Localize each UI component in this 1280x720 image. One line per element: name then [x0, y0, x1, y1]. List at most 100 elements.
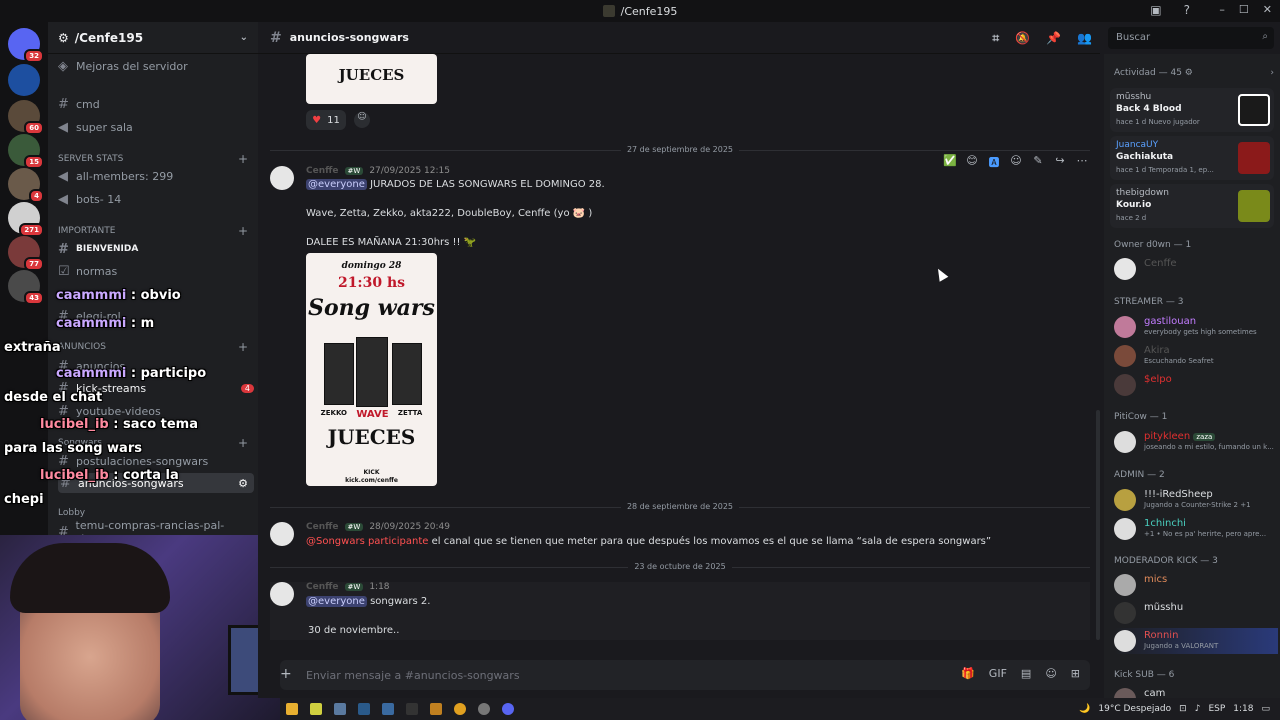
member-item[interactable]: gastilouan everybody gets high sometimes: [1114, 314, 1274, 340]
member-item[interactable]: Cenffe: [1114, 256, 1274, 282]
reaction-heart[interactable]: ♥ 11: [306, 110, 346, 130]
edit-icon[interactable]: ✎: [1030, 154, 1046, 170]
app-icon[interactable]: [478, 703, 490, 715]
member-item[interactable]: 1chinchi +1 • No es pa' herirte, pero apr…: [1114, 516, 1274, 542]
add-reaction-icon[interactable]: ☺: [1008, 154, 1024, 170]
overlay-line: chepi: [4, 492, 44, 507]
weather-icon[interactable]: 🌙: [1079, 704, 1090, 714]
member-list: Actividad — 45 ⚙ › mũsshu Back 4 Blood ha…: [1104, 54, 1280, 698]
server-icon[interactable]: 15: [8, 134, 44, 169]
poster-image-top[interactable]: JUECES: [306, 54, 437, 104]
avatar[interactable]: [270, 166, 294, 190]
server-icon[interactable]: 271: [8, 202, 44, 237]
webcam-overlay: [0, 535, 280, 720]
songwars-poster[interactable]: domingo 28 21:30 hs Song wars ZEKKO WAVE Z…: [306, 253, 437, 486]
mute-icon[interactable]: 🔕: [1015, 31, 1030, 46]
message-text: @everyone JURADOS DE LAS SONGWARS EL DOM…: [306, 179, 605, 190]
server-icon[interactable]: 4: [8, 168, 44, 203]
pin-icon[interactable]: 📌: [1046, 31, 1061, 46]
app-icon[interactable]: [430, 703, 442, 715]
volume-icon[interactable]: ♪: [1195, 704, 1201, 714]
message-input[interactable]: + Enviar mensaje a #anuncios-songwars 🎁 …: [280, 660, 1090, 690]
forward-icon[interactable]: ↪: [1052, 154, 1068, 170]
message-text: 30 de noviembre..: [308, 625, 400, 636]
check-icon[interactable]: ✅: [942, 154, 958, 170]
add-reaction-button[interactable]: ☺: [354, 112, 370, 128]
apps-icon[interactable]: ⊞: [1071, 667, 1080, 680]
member-item[interactable]: mũsshu: [1114, 600, 1274, 626]
app-icon[interactable]: [382, 703, 394, 715]
app-icon[interactable]: [310, 703, 322, 715]
category-importante[interactable]: IMPORTANTE +: [58, 224, 248, 238]
activity-card[interactable]: mũsshu Back 4 Blood hace 1 d Nuevo jugad…: [1110, 88, 1274, 132]
activity-card[interactable]: JuancaUY Gachiakuta hace 1 d Temporada 1…: [1110, 136, 1274, 180]
server-icon[interactable]: 77: [8, 236, 44, 271]
help-icon[interactable]: ?: [1184, 3, 1190, 17]
emoji-icon[interactable]: ☺: [1045, 667, 1056, 680]
title-bar: /Cenfe195 ▣ ? – ☐ ✕: [0, 0, 1280, 22]
maximize-button[interactable]: ☐: [1239, 3, 1249, 16]
overlay-line: desde el chat: [4, 390, 103, 405]
overlay-line: lucibel_ib : saco tema: [40, 417, 198, 432]
sticker-icon[interactable]: ▤: [1021, 667, 1031, 680]
message-author: Cenffe #W 28/09/2025 20:49: [306, 522, 450, 532]
channel-bots[interactable]: ◀ bots- 14: [58, 189, 121, 209]
notification-icon[interactable]: ▭: [1261, 704, 1270, 714]
steam-icon[interactable]: [358, 703, 370, 715]
gif-icon[interactable]: GIF: [989, 667, 1007, 680]
boost-icon: ◈: [58, 58, 68, 74]
chevron-down-icon: ⌄: [239, 32, 248, 43]
app-icon[interactable]: [406, 703, 418, 715]
member-list-icon[interactable]: 👥: [1077, 31, 1092, 46]
threads-icon[interactable]: ⌗: [992, 31, 999, 46]
streamer-hair: [10, 543, 170, 613]
avatar[interactable]: [270, 522, 294, 546]
photo-zetta: [392, 343, 422, 405]
message-text: @everyone songwars 2.: [306, 596, 431, 607]
category-server-stats[interactable]: SERVER STATS +: [58, 152, 248, 166]
app-icon[interactable]: [334, 703, 346, 715]
inbox-icon[interactable]: ▣: [1150, 3, 1161, 17]
member-item[interactable]: Akira Escuchando Seafret: [1114, 343, 1274, 369]
member-item[interactable]: mics: [1114, 572, 1274, 598]
role-header: MODERADOR KICK — 3: [1114, 556, 1218, 566]
gift-icon[interactable]: 🎁: [961, 667, 975, 680]
channel-bienvenida[interactable]: # BIENVENIDA: [58, 239, 138, 259]
member-item[interactable]: $elpo: [1114, 372, 1274, 398]
channel-super-sala[interactable]: ◀ super sala: [58, 117, 133, 137]
overlay-line: caammmi : participo: [56, 366, 207, 381]
plus-icon[interactable]: +: [238, 436, 248, 450]
channel-all-members[interactable]: ◀ all-members: 299: [58, 166, 173, 186]
member-item[interactable]: Ronnin Jugando a VALORANT: [1114, 628, 1278, 654]
search-input[interactable]: Buscar ⌕: [1108, 27, 1274, 49]
close-button[interactable]: ✕: [1263, 3, 1272, 16]
member-item[interactable]: !!!-iRedSheep Jugando a Counter-Strike 2 …: [1114, 487, 1274, 513]
more-icon[interactable]: ⋯: [1074, 154, 1090, 170]
avatar[interactable]: [270, 582, 294, 606]
plus-icon[interactable]: +: [238, 340, 248, 354]
plus-icon[interactable]: +: [238, 224, 248, 238]
chrome-icon[interactable]: [454, 703, 466, 715]
emoji-icon[interactable]: 😊: [964, 154, 980, 170]
server-icon[interactable]: 60: [8, 100, 44, 135]
scrollbar[interactable]: [1096, 410, 1100, 640]
server-boost[interactable]: ◈ Mejoras del servidor: [58, 56, 188, 76]
channel-cmd[interactable]: # cmd: [58, 94, 100, 114]
file-explorer-icon[interactable]: [286, 703, 298, 715]
minimize-button[interactable]: –: [1219, 3, 1225, 16]
server-icon-elite[interactable]: [8, 64, 40, 96]
game-art: [1238, 94, 1270, 126]
server-header[interactable]: ⚙ /Cenfe195 ⌄: [48, 22, 258, 54]
channel-normas[interactable]: ☑ normas: [58, 261, 117, 281]
member-item[interactable]: cam: [1114, 686, 1274, 698]
plus-icon[interactable]: +: [280, 666, 292, 682]
discord-icon[interactable]: [502, 703, 514, 715]
network-icon[interactable]: ⊡: [1179, 704, 1187, 714]
member-item[interactable]: pitykleen zaza joseando a mi estilo, fuma…: [1114, 429, 1274, 455]
plus-icon[interactable]: +: [238, 152, 248, 166]
home-button[interactable]: 32: [8, 28, 44, 63]
settings-icon[interactable]: ⚙: [238, 477, 248, 490]
activity-card[interactable]: thebigdown Kour.io hace 2 d: [1110, 184, 1274, 228]
game-art: [1238, 142, 1270, 174]
letter-a-icon[interactable]: 🅰: [986, 154, 1002, 170]
